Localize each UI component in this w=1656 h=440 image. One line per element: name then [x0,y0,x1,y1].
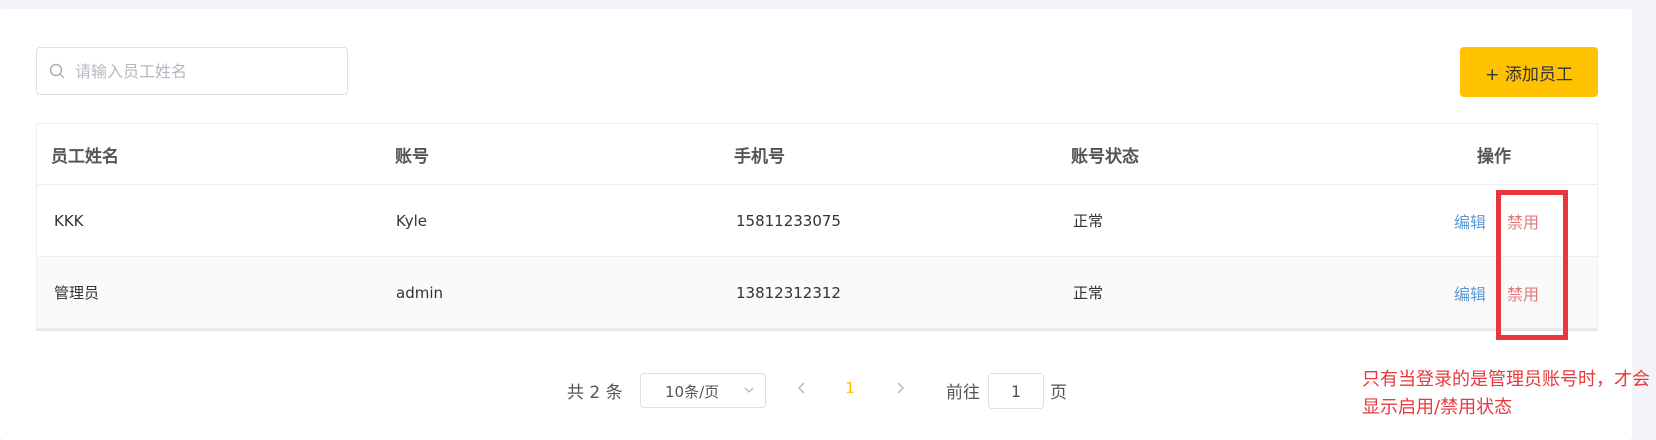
search-input[interactable] [75,48,337,94]
search-box[interactable] [36,47,348,95]
annotation-highlight-box [1496,190,1568,340]
goto-suffix: 页 [1050,383,1067,403]
cell-phone: 15811233075 [736,211,841,230]
goto-page-input[interactable] [988,373,1044,409]
goto-label: 前往 [946,383,980,403]
cell-name: 管理员 [54,284,100,302]
header-account: 账号 [395,146,429,167]
table-row: 管理员 admin 13812312312 正常 编辑 禁用 [37,257,1597,329]
cell-name: KKK [54,211,84,230]
pagination-total: 共 2 条 [567,383,623,403]
cell-status: 正常 [1073,212,1104,230]
annotation-note: 只有当登录的是管理员账号时，才会显示启用/禁用状态 [1362,369,1650,418]
cell-account: Kyle [396,211,428,230]
edit-link[interactable]: 编辑 [1454,185,1486,256]
cell-phone: 13812312312 [736,283,841,302]
add-employee-button[interactable]: + 添加员工 [1460,47,1598,97]
page-size-select[interactable]: 10条/页 [640,373,766,408]
prev-page-icon[interactable] [795,381,809,395]
next-page-icon[interactable] [893,381,907,395]
header-name: 员工姓名 [51,146,119,167]
edit-link[interactable]: 编辑 [1454,257,1486,328]
page-number-current[interactable]: 1 [840,379,860,397]
cell-status: 正常 [1073,284,1104,302]
cell-account: admin [396,283,443,302]
search-icon [49,63,65,79]
header-status: 账号状态 [1071,146,1139,167]
table-row: KKK Kyle 15811233075 正常 编辑 禁用 [37,185,1597,257]
header-ops: 操作 [1477,146,1511,167]
employee-table: 员工姓名 账号 手机号 账号状态 操作 KKK Kyle 15811233075… [36,123,1598,331]
page-size-value: 10条/页 [665,383,720,401]
chevron-down-icon [744,387,754,393]
header-phone: 手机号 [734,146,785,167]
table-header: 员工姓名 账号 手机号 账号状态 操作 [37,124,1597,185]
